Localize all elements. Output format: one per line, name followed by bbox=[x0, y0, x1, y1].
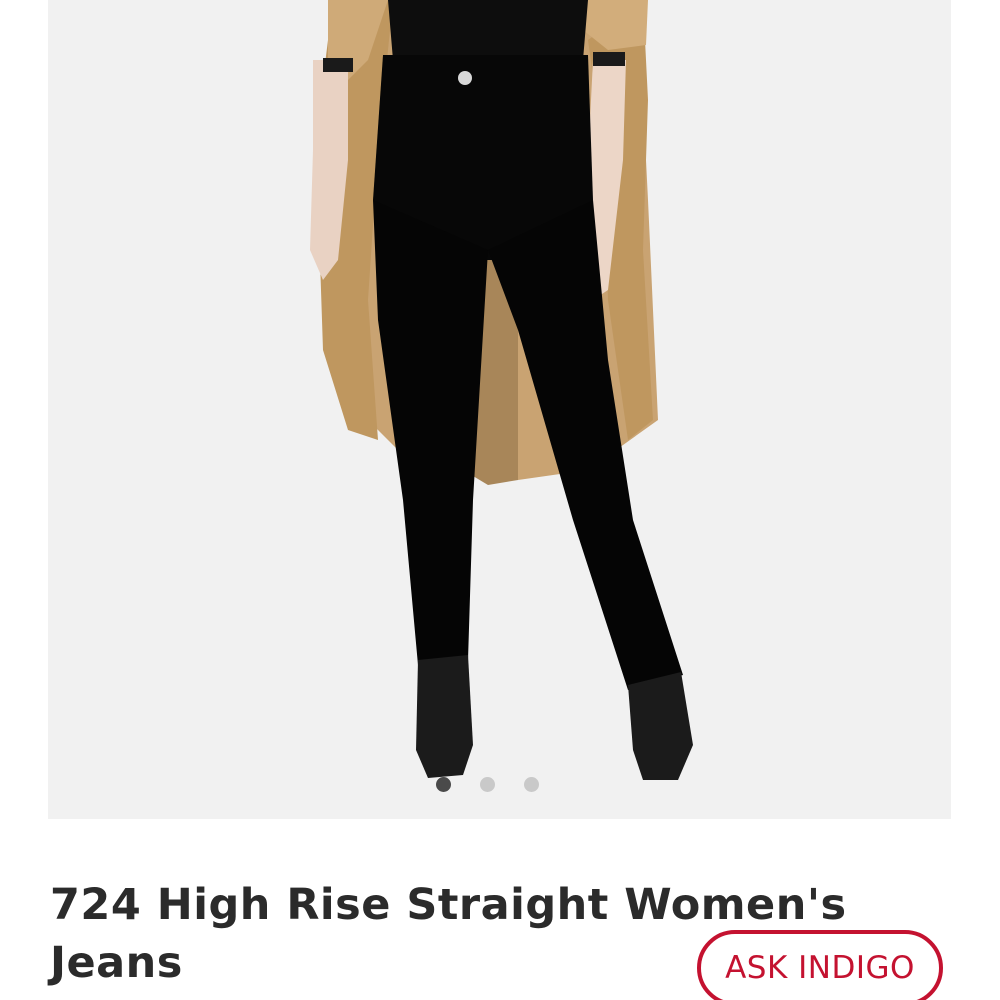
product-photo bbox=[48, 0, 951, 819]
carousel-dot-3[interactable] bbox=[524, 777, 539, 792]
carousel-dot-1[interactable] bbox=[436, 777, 451, 792]
carousel-dots bbox=[48, 777, 951, 793]
carousel-dot-2[interactable] bbox=[480, 777, 495, 792]
ask-indigo-button[interactable]: ASK INDIGO bbox=[697, 930, 943, 1000]
product-image-carousel[interactable] bbox=[48, 0, 951, 819]
product-page: 724 High Rise Straight Women's Jeans ASK… bbox=[0, 0, 1000, 1000]
